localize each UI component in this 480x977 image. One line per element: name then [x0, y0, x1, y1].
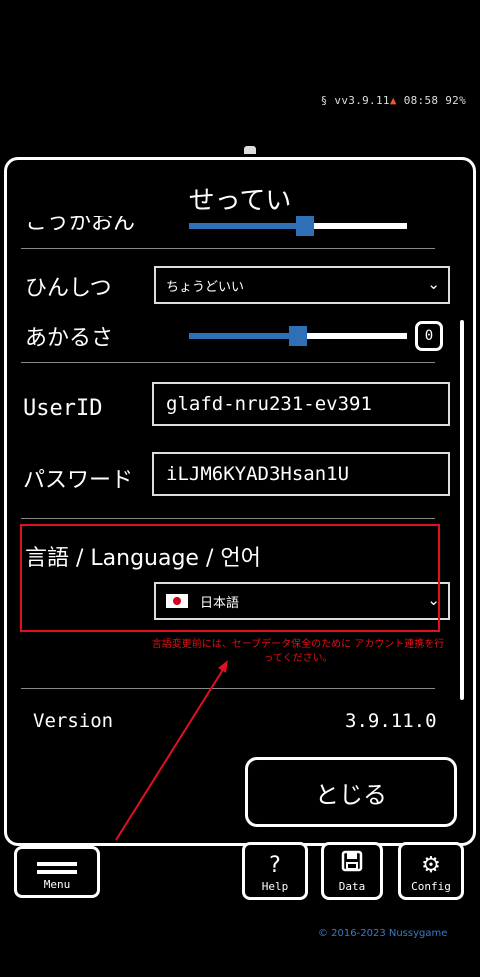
- help-button[interactable]: ? Help: [242, 842, 308, 900]
- menu-label: Menu: [43, 878, 71, 891]
- data-button[interactable]: Data: [321, 842, 383, 900]
- annotation-arrow: [115, 660, 228, 841]
- copyright: © 2016-2023 Nussygame: [318, 928, 448, 939]
- config-button[interactable]: ⚙ Config: [398, 842, 464, 900]
- menu-icon: [37, 858, 77, 878]
- save-disk-icon: [341, 850, 363, 878]
- data-label: Data: [338, 880, 366, 893]
- help-label: Help: [261, 880, 289, 893]
- config-label: Config: [411, 880, 451, 893]
- gear-icon: ⚙: [421, 853, 441, 878]
- help-icon: ?: [269, 853, 281, 878]
- menu-button[interactable]: Menu: [14, 846, 100, 898]
